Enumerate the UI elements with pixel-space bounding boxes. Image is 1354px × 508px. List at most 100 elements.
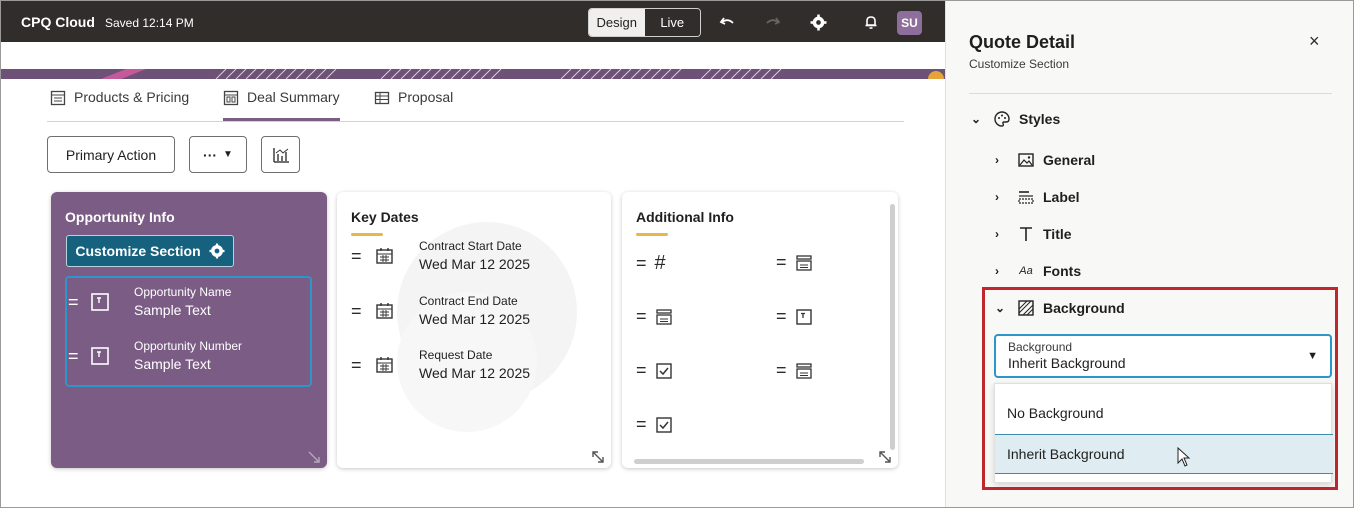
panel-subtitle: Customize Section (969, 57, 1070, 71)
drag-handle-icon[interactable]: = (68, 293, 86, 311)
settings-icon[interactable] (809, 13, 827, 31)
additional-info-card[interactable]: Additional Info = # = = = = = = (622, 192, 898, 468)
background-select[interactable]: Background Inherit Background ▼ (994, 334, 1332, 378)
styles-section[interactable]: ⌄ Styles (971, 110, 1060, 128)
drag-handle-icon[interactable]: = (776, 360, 787, 381)
field-value: Wed Mar 12 2025 (419, 256, 531, 272)
drag-handle-icon[interactable]: = (351, 356, 369, 374)
design-mode-button[interactable]: Design (589, 9, 645, 36)
title-underline (351, 233, 383, 236)
option-label: Inherit Background (1007, 446, 1125, 462)
fonts-section[interactable]: › Aa Fonts (995, 262, 1081, 280)
drag-handle-icon[interactable]: = (636, 414, 647, 435)
app-window: CPQ Cloud Saved 12:14 PM Design Live SU (0, 0, 1354, 508)
more-actions-button[interactable]: ··· ▼ (189, 136, 247, 173)
customize-section-button[interactable]: Customize Section (66, 235, 234, 267)
label-section[interactable]: › Label (995, 188, 1080, 206)
field-label: Contract Start Date (419, 239, 522, 253)
chart-button[interactable] (261, 136, 300, 173)
redo-icon[interactable] (764, 13, 782, 31)
drag-handle-icon[interactable]: = (776, 306, 787, 327)
field-value: Wed Mar 12 2025 (419, 365, 531, 381)
resize-handle-icon[interactable] (591, 450, 605, 464)
image-icon (1018, 153, 1034, 167)
tab-deal-summary[interactable]: Deal Summary (223, 89, 340, 121)
notifications-icon[interactable] (862, 13, 880, 31)
field-contract-start-date[interactable]: = Contract Start Date Wed Mar 12 2025 (351, 239, 530, 272)
drag-handle-icon[interactable]: = (636, 253, 647, 274)
field-value: Sample Text (134, 356, 211, 372)
section-label: Label (1043, 189, 1080, 205)
field-label: Request Date (419, 348, 493, 362)
field-label: Opportunity Number (134, 339, 243, 353)
top-bar: CPQ Cloud Saved 12:14 PM Design Live SU (1, 1, 945, 42)
title-icon (1020, 227, 1032, 241)
field-contract-end-date[interactable]: = Contract End Date Wed Mar 12 2025 (351, 294, 530, 327)
option-no-background[interactable]: No Background (995, 393, 1333, 433)
chevron-right-icon: › (995, 153, 999, 167)
user-avatar[interactable]: SU (897, 11, 922, 35)
drag-handle-icon[interactable]: = (636, 360, 647, 381)
additional-field-2[interactable]: = (776, 252, 813, 273)
additional-field-4[interactable]: = (776, 306, 813, 327)
header-banner (1, 69, 945, 79)
gear-icon (209, 243, 225, 259)
form-icon (655, 308, 672, 325)
tab-bar: Products & Pricing Deal Summary Proposal (47, 79, 904, 122)
field-request-date[interactable]: = Request Date Wed Mar 12 2025 (351, 348, 530, 381)
panel-title: Quote Detail (969, 32, 1076, 52)
drag-handle-icon[interactable]: = (351, 247, 369, 265)
tab-proposal[interactable]: Proposal (374, 89, 453, 121)
hash-icon: # (654, 252, 666, 274)
field-opportunity-number[interactable]: = Opportunity Number Sample Text (68, 339, 242, 372)
additional-field-6[interactable]: = (776, 360, 813, 381)
additional-field-7[interactable]: = (636, 414, 673, 435)
field-label: Contract End Date (419, 294, 518, 308)
checkbox-icon (655, 362, 672, 379)
text-field-icon (91, 292, 109, 311)
select-label: Background (1008, 340, 1073, 354)
close-icon[interactable]: × (1309, 31, 1320, 52)
vertical-scrollbar[interactable] (890, 204, 895, 450)
additional-field-1[interactable]: = # (636, 252, 666, 275)
customize-label: Customize Section (75, 243, 201, 259)
additional-field-5[interactable]: = (636, 360, 673, 381)
mode-toggle: Design Live (588, 8, 701, 37)
tab-label: Deal Summary (247, 89, 340, 105)
additional-field-3[interactable]: = (636, 306, 673, 327)
title-section[interactable]: › Title (995, 225, 1072, 243)
text-field-icon (795, 308, 812, 325)
opportunity-info-card[interactable]: Opportunity Info Customize Section = Opp… (51, 192, 327, 468)
key-dates-card[interactable]: Key Dates = Contract Start Date Wed Mar … (337, 192, 611, 468)
drag-handle-icon[interactable]: = (776, 252, 787, 273)
chevron-right-icon: › (995, 190, 999, 204)
calendar-icon (376, 302, 393, 319)
drag-handle-icon[interactable]: = (351, 302, 369, 320)
styles-label: Styles (1019, 111, 1061, 127)
tab-label: Products & Pricing (74, 89, 190, 105)
background-dropdown: No Background Inherit Background (994, 383, 1333, 483)
background-section[interactable]: ⌄ Background (995, 299, 1125, 317)
field-label: Opportunity Name (134, 285, 232, 299)
drag-handle-icon[interactable]: = (68, 347, 86, 365)
tab-products-pricing[interactable]: Products & Pricing (50, 89, 189, 121)
select-value: Inherit Background (1008, 355, 1126, 371)
option-inherit-background[interactable]: Inherit Background (995, 434, 1333, 474)
chevron-right-icon: › (995, 227, 999, 241)
primary-action-button[interactable]: Primary Action (47, 136, 175, 173)
card-title: Key Dates (351, 209, 419, 225)
resize-handle-icon[interactable] (307, 450, 321, 464)
calendar-icon (376, 247, 393, 264)
text-field-icon (91, 346, 109, 365)
general-section[interactable]: › General (995, 151, 1095, 169)
horizontal-scrollbar[interactable] (634, 459, 864, 464)
field-opportunity-name[interactable]: = Opportunity Name Sample Text (68, 285, 231, 318)
drag-handle-icon[interactable]: = (636, 306, 647, 327)
tab-label: Proposal (398, 89, 454, 105)
undo-icon[interactable] (718, 13, 736, 31)
resize-handle-icon[interactable] (878, 450, 892, 464)
live-mode-button[interactable]: Live (644, 9, 700, 36)
quote-detail-panel: Quote Detail Customize Section × ⌄ Style… (945, 1, 1353, 507)
fonts-icon: Aa (1019, 265, 1033, 277)
chevron-down-icon: ▼ (1307, 350, 1318, 362)
